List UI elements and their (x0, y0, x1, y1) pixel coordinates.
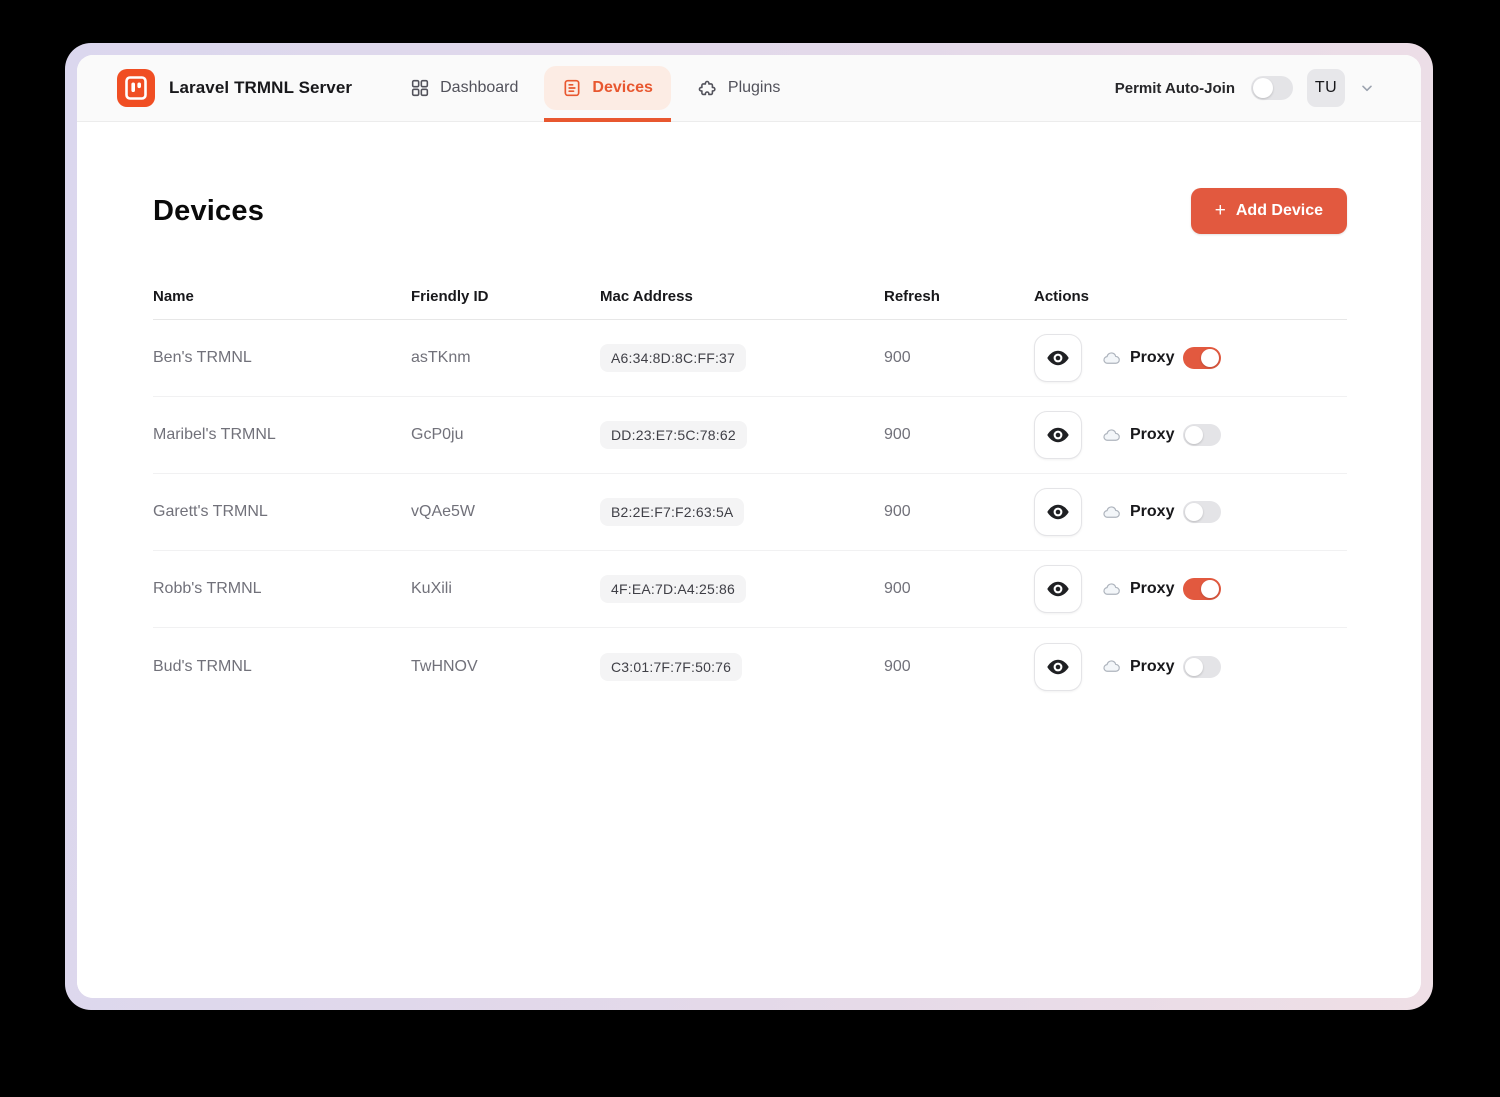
main-content: Devices + Add Device Name Friendly ID Ma… (77, 122, 1421, 998)
main-nav: Dashboard Devices (392, 55, 798, 121)
proxy-toggle[interactable] (1183, 656, 1221, 678)
device-actions: Proxy (1034, 488, 1347, 536)
proxy-label: Proxy (1130, 426, 1174, 444)
proxy-group: Proxy (1102, 347, 1221, 369)
view-device-button[interactable] (1034, 565, 1082, 613)
proxy-label: Proxy (1130, 658, 1174, 676)
cloud-icon (1102, 503, 1121, 522)
eye-icon (1046, 346, 1070, 370)
device-refresh: 900 (884, 580, 1034, 598)
table-row: Garett's TRMNL vQAe5W B2:2E:F7:F2:63:5A … (153, 474, 1347, 551)
device-friendly-id: KuXili (411, 580, 600, 598)
proxy-group: Proxy (1102, 501, 1221, 523)
proxy-group: Proxy (1102, 656, 1221, 678)
proxy-toggle[interactable] (1183, 578, 1221, 600)
nav-tab-plugins[interactable]: Plugins (679, 66, 798, 110)
table-body: Ben's TRMNL asTKnm A6:34:8D:8C:FF:37 900 (153, 320, 1347, 705)
device-mac-address: DD:23:E7:5C:78:62 (600, 421, 747, 449)
device-friendly-id: vQAe5W (411, 503, 600, 521)
app-window-frame: Laravel TRMNL Server Dashboard (65, 43, 1433, 1010)
table-row: Maribel's TRMNL GcP0ju DD:23:E7:5C:78:62… (153, 397, 1347, 474)
add-device-label: Add Device (1236, 202, 1323, 220)
column-header-name: Name (153, 288, 411, 305)
device-actions: Proxy (1034, 411, 1347, 459)
nav-tab-label: Devices (592, 79, 653, 97)
cloud-icon (1102, 426, 1121, 445)
device-friendly-id: GcP0ju (411, 426, 600, 444)
user-avatar[interactable]: TU (1307, 69, 1345, 107)
column-header-actions: Actions (1034, 288, 1347, 305)
proxy-group: Proxy (1102, 578, 1221, 600)
nav-tab-label: Plugins (728, 79, 780, 97)
device-mac-address: C3:01:7F:7F:50:76 (600, 653, 742, 681)
device-actions: Proxy (1034, 565, 1347, 613)
proxy-group: Proxy (1102, 424, 1221, 446)
plus-icon: + (1215, 201, 1226, 220)
proxy-label: Proxy (1130, 503, 1174, 521)
column-header-mac-address: Mac Address (600, 288, 884, 305)
device-friendly-id: asTKnm (411, 349, 600, 367)
proxy-label: Proxy (1130, 580, 1174, 598)
add-device-button[interactable]: + Add Device (1191, 188, 1347, 234)
permit-auto-join-toggle[interactable] (1251, 76, 1293, 100)
device-mac-address: 4F:EA:7D:A4:25:86 (600, 575, 746, 603)
view-device-button[interactable] (1034, 643, 1082, 691)
device-actions: Proxy (1034, 334, 1347, 382)
desktop-background: Laravel TRMNL Server Dashboard (0, 0, 1500, 1097)
device-name: Ben's TRMNL (153, 349, 411, 367)
device-mac-address: A6:34:8D:8C:FF:37 (600, 344, 746, 372)
brand: Laravel TRMNL Server (117, 69, 352, 107)
device-actions: Proxy (1034, 643, 1347, 691)
cloud-icon (1102, 349, 1121, 368)
eye-icon (1046, 577, 1070, 601)
device-refresh: 900 (884, 658, 1034, 676)
app-header: Laravel TRMNL Server Dashboard (77, 55, 1421, 122)
puzzle-icon (697, 78, 718, 99)
app-window: Laravel TRMNL Server Dashboard (77, 55, 1421, 998)
device-friendly-id: TwHNOV (411, 658, 600, 676)
device-refresh: 900 (884, 426, 1034, 444)
column-header-friendly-id: Friendly ID (411, 288, 600, 305)
table-header-row: Name Friendly ID Mac Address Refresh Act… (153, 274, 1347, 320)
eye-icon (1046, 500, 1070, 524)
table-row: Ben's TRMNL asTKnm A6:34:8D:8C:FF:37 900 (153, 320, 1347, 397)
cloud-icon (1102, 657, 1121, 676)
cloud-icon (1102, 580, 1121, 599)
nav-tab-label: Dashboard (440, 79, 518, 97)
header-right: Permit Auto-Join TU (1115, 69, 1375, 107)
grid-icon (410, 78, 430, 98)
device-name: Bud's TRMNL (153, 658, 411, 676)
table-row: Robb's TRMNL KuXili 4F:EA:7D:A4:25:86 90… (153, 551, 1347, 628)
proxy-toggle[interactable] (1183, 501, 1221, 523)
device-name: Garett's TRMNL (153, 503, 411, 521)
device-refresh: 900 (884, 503, 1034, 521)
chevron-down-icon[interactable] (1359, 80, 1375, 96)
page-title: Devices (153, 195, 264, 228)
device-name: Maribel's TRMNL (153, 426, 411, 444)
app-title: Laravel TRMNL Server (169, 78, 352, 98)
nav-tab-devices[interactable]: Devices (544, 66, 671, 110)
device-mac-address: B2:2E:F7:F2:63:5A (600, 498, 744, 526)
devices-table: Name Friendly ID Mac Address Refresh Act… (153, 274, 1347, 705)
view-device-button[interactable] (1034, 411, 1082, 459)
proxy-toggle[interactable] (1183, 424, 1221, 446)
permit-auto-join-label: Permit Auto-Join (1115, 80, 1235, 97)
page-head: Devices + Add Device (153, 188, 1347, 234)
proxy-toggle[interactable] (1183, 347, 1221, 369)
column-header-refresh: Refresh (884, 288, 1034, 305)
nav-tab-dashboard[interactable]: Dashboard (392, 66, 536, 110)
eye-icon (1046, 655, 1070, 679)
device-refresh: 900 (884, 349, 1034, 367)
table-row: Bud's TRMNL TwHNOV C3:01:7F:7F:50:76 900 (153, 628, 1347, 705)
list-panel-icon (562, 78, 582, 98)
view-device-button[interactable] (1034, 488, 1082, 536)
view-device-button[interactable] (1034, 334, 1082, 382)
proxy-label: Proxy (1130, 349, 1174, 367)
eye-icon (1046, 423, 1070, 447)
device-name: Robb's TRMNL (153, 580, 411, 598)
trmnl-logo-icon (117, 69, 155, 107)
